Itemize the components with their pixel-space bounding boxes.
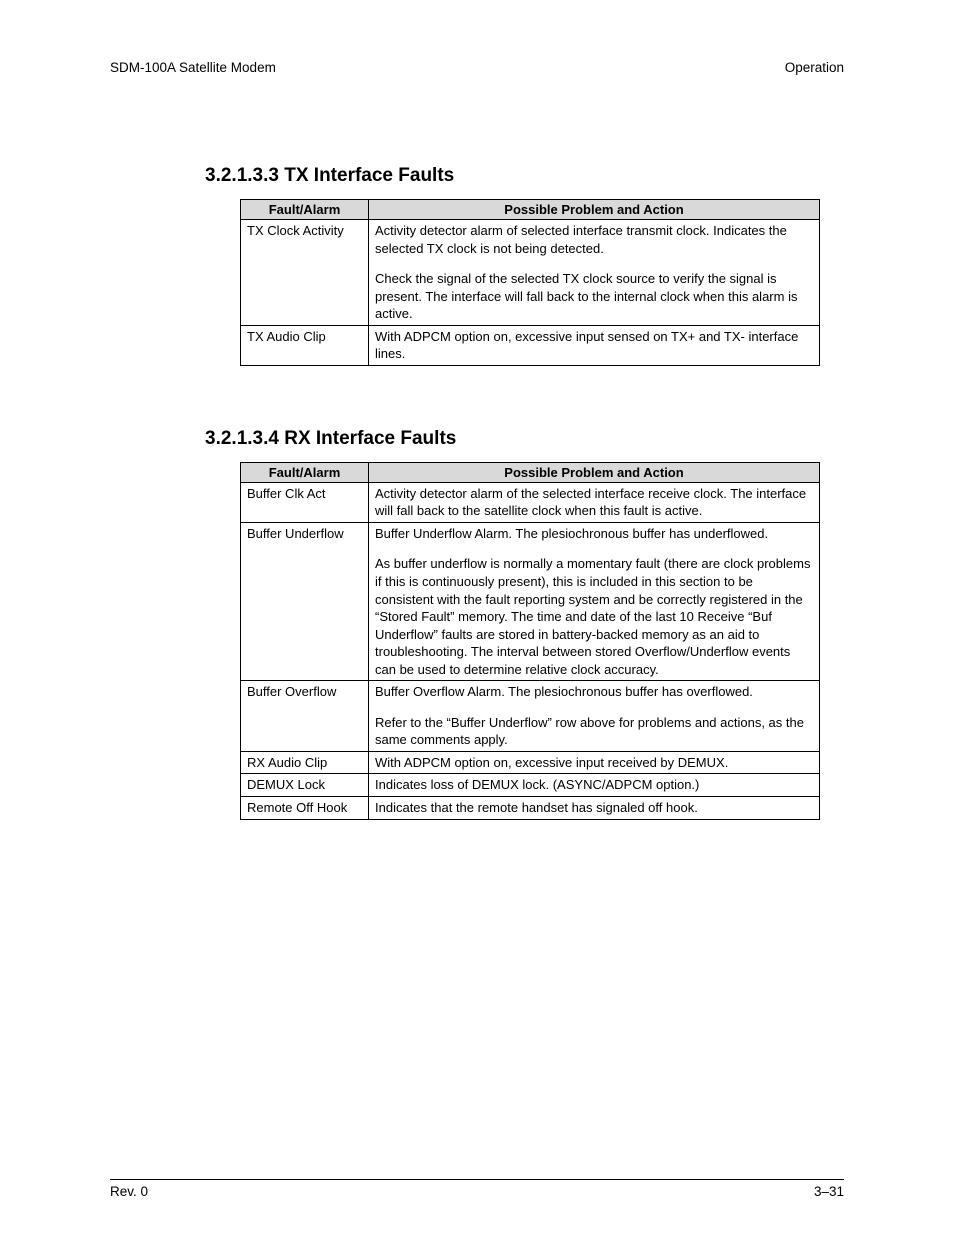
fault-cell: Buffer Clk Act — [241, 482, 369, 522]
action-cell: Indicates that the remote handset has si… — [369, 797, 820, 820]
action-cell: With ADPCM option on, excessive input se… — [369, 325, 820, 365]
desc-text: Check the signal of the selected TX cloc… — [375, 271, 797, 321]
table-header-row: Fault/Alarm Possible Problem and Action — [241, 200, 820, 220]
table-header-row: Fault/Alarm Possible Problem and Action — [241, 462, 820, 482]
table-row: Buffer Clk Act Activity detector alarm o… — [241, 482, 820, 522]
action-cell: With ADPCM option on, excessive input re… — [369, 751, 820, 774]
fault-cell: Buffer Underflow — [241, 522, 369, 680]
header-left: SDM-100A Satellite Modem — [110, 60, 276, 75]
fault-cell: TX Audio Clip — [241, 325, 369, 365]
action-cell: Indicates loss of DEMUX lock. (ASYNC/ADP… — [369, 774, 820, 797]
table-row: DEMUX Lock Indicates loss of DEMUX lock.… — [241, 774, 820, 797]
page-header: SDM-100A Satellite Modem Operation — [110, 60, 844, 75]
section-title-rx: 3.2.1.3.4 RX Interface Faults — [205, 428, 844, 450]
fault-cell: Buffer Overflow — [241, 681, 369, 752]
table-row: TX Clock Activity Activity detector alar… — [241, 220, 820, 326]
table-row: TX Audio Clip With ADPCM option on, exce… — [241, 325, 820, 365]
desc-text: Activity detector alarm of selected inte… — [375, 223, 787, 256]
section-title-tx: 3.2.1.3.3 TX Interface Faults — [205, 165, 844, 187]
action-cell: Buffer Overflow Alarm. The plesiochronou… — [369, 681, 820, 752]
col-fault: Fault/Alarm — [241, 462, 369, 482]
fault-cell: RX Audio Clip — [241, 751, 369, 774]
action-cell: Buffer Underflow Alarm. The plesiochrono… — [369, 522, 820, 680]
desc-text: Buffer Underflow Alarm. The plesiochrono… — [375, 526, 768, 541]
desc-text: Buffer Overflow Alarm. The plesiochronou… — [375, 684, 753, 699]
table-row: RX Audio Clip With ADPCM option on, exce… — [241, 751, 820, 774]
table-row: Remote Off Hook Indicates that the remot… — [241, 797, 820, 820]
fault-cell: DEMUX Lock — [241, 774, 369, 797]
page-footer: Rev. 0 3–31 — [110, 1179, 844, 1199]
col-fault: Fault/Alarm — [241, 200, 369, 220]
footer-left: Rev. 0 — [110, 1184, 148, 1199]
desc-text: As buffer underflow is normally a moment… — [375, 556, 810, 676]
col-action: Possible Problem and Action — [369, 462, 820, 482]
action-cell: Activity detector alarm of selected inte… — [369, 220, 820, 326]
action-cell: Activity detector alarm of the selected … — [369, 482, 820, 522]
footer-right: 3–31 — [814, 1184, 844, 1199]
desc-text: Refer to the “Buffer Underflow” row abov… — [375, 715, 804, 748]
table-row: Buffer Overflow Buffer Overflow Alarm. T… — [241, 681, 820, 752]
col-action: Possible Problem and Action — [369, 200, 820, 220]
fault-cell: Remote Off Hook — [241, 797, 369, 820]
fault-cell: TX Clock Activity — [241, 220, 369, 326]
tx-table: Fault/Alarm Possible Problem and Action … — [240, 199, 820, 366]
header-right: Operation — [785, 60, 844, 75]
rx-table: Fault/Alarm Possible Problem and Action … — [240, 462, 820, 820]
table-row: Buffer Underflow Buffer Underflow Alarm.… — [241, 522, 820, 680]
